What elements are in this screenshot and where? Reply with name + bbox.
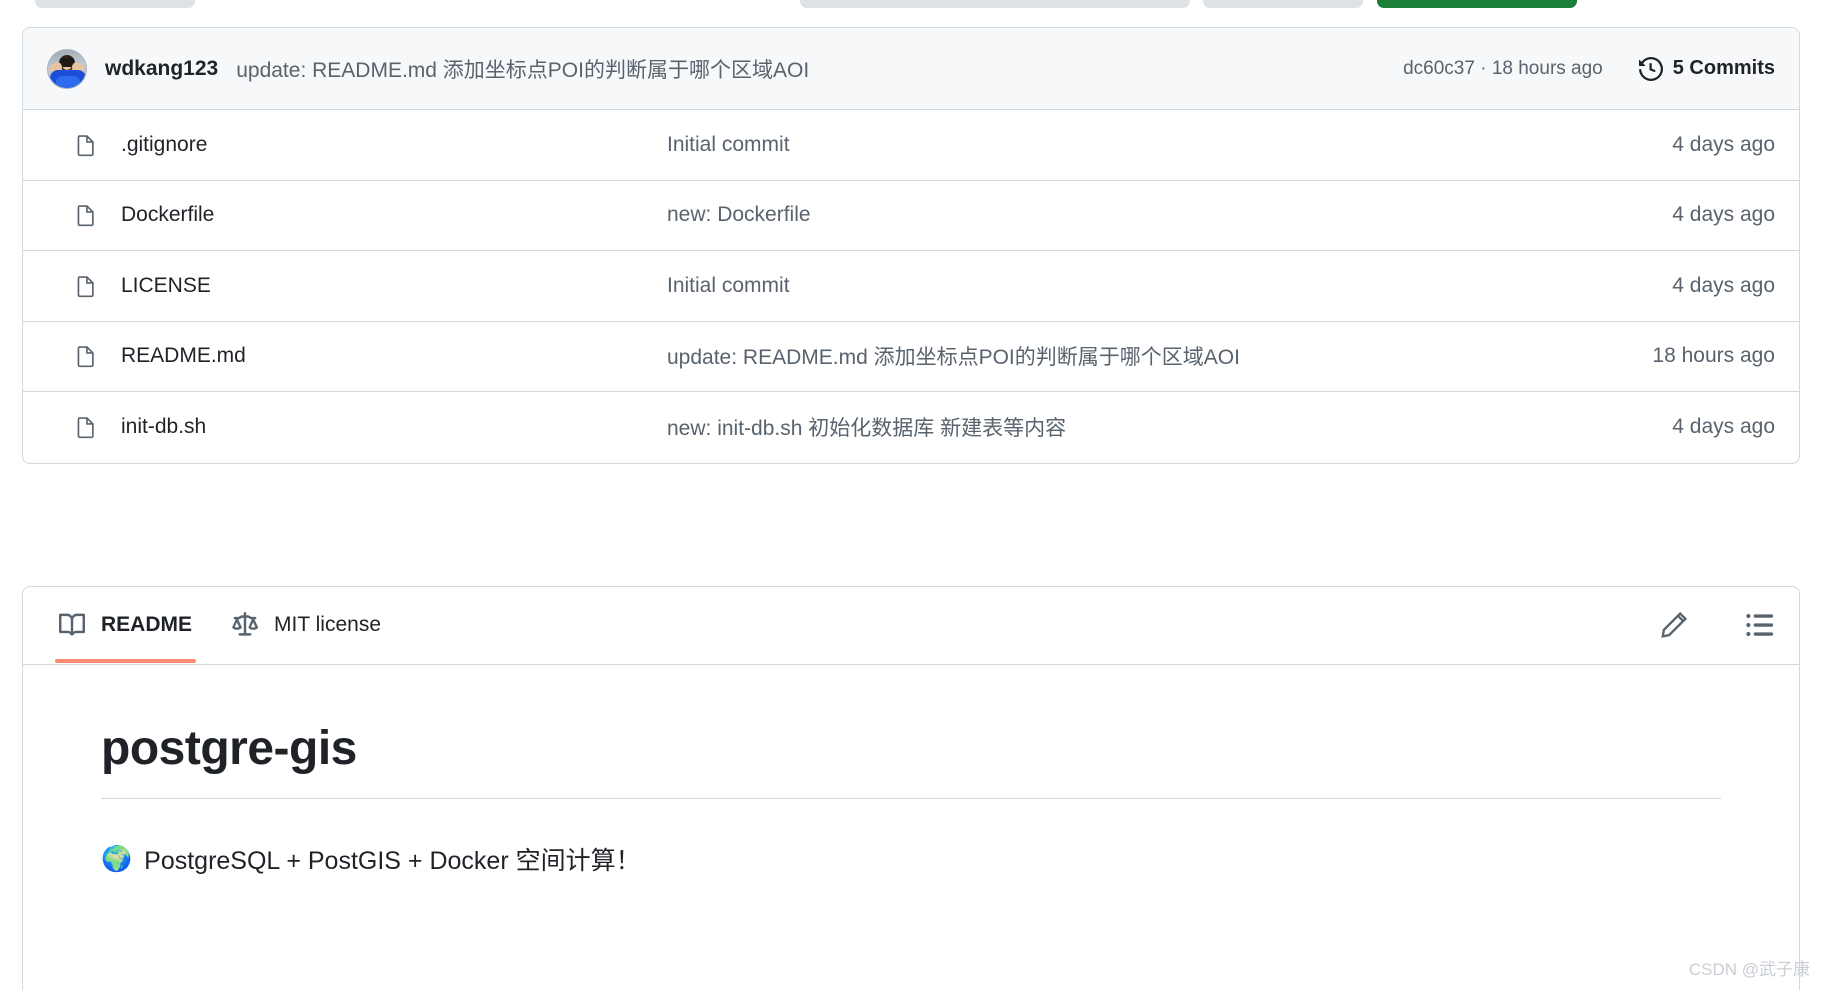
readme-paragraph-text: PostgreSQL + PostGIS + Docker 空间计算！ — [144, 847, 641, 875]
go-to-file-button[interactable] — [35, 0, 195, 8]
file-name[interactable]: .gitignore — [121, 133, 207, 157]
file-icon — [75, 202, 97, 228]
table-row[interactable]: README.md update: README.md 添加坐标点POI的判断属… — [23, 322, 1799, 392]
table-row[interactable]: init-db.sh new: init-db.sh 初始化数据库 新建表等内容… — [23, 392, 1799, 463]
search-or-jump-button[interactable] — [800, 0, 1190, 8]
file-name-cell: LICENSE — [47, 273, 667, 299]
file-timestamp: 4 days ago — [1672, 132, 1775, 156]
readme-card: README MIT license postgre-gis 🌍 Postgre… — [22, 586, 1800, 990]
file-commit-message[interactable]: Initial commit — [667, 274, 1595, 298]
file-timestamp: 4 days ago — [1672, 203, 1775, 227]
tab-mit-license-label: MIT license — [274, 613, 381, 636]
readme-body: postgre-gis 🌍 PostgreSQL + PostGIS + Doc… — [23, 665, 1799, 877]
tab-mit-license[interactable]: MIT license — [212, 587, 401, 663]
top-toolbar-stubs — [0, 0, 1822, 10]
readme-actions — [1603, 587, 1775, 663]
table-row[interactable]: .gitignore Initial commit 4 days ago — [23, 110, 1799, 181]
add-file-button[interactable] — [1203, 0, 1363, 8]
file-name[interactable]: init-db.sh — [121, 415, 206, 439]
file-commit-message[interactable]: new: init-db.sh 初始化数据库 新建表等内容 — [667, 412, 1595, 442]
code-button[interactable] — [1377, 0, 1577, 8]
commits-count[interactable]: 5 Commits — [1638, 56, 1775, 81]
file-name[interactable]: LICENSE — [121, 274, 211, 298]
file-name-cell: init-db.sh — [47, 414, 667, 440]
file-icon — [75, 273, 97, 299]
tab-readme[interactable]: README — [39, 587, 212, 663]
history-icon — [1638, 56, 1663, 81]
readme-tabbar: README MIT license — [23, 587, 1799, 665]
file-name[interactable]: README.md — [121, 344, 246, 368]
latest-commit-bar: wdkang123 update: README.md 添加坐标点POI的判断属… — [23, 28, 1799, 110]
table-row[interactable]: LICENSE Initial commit 4 days ago — [23, 251, 1799, 322]
file-name-cell: README.md — [47, 343, 667, 369]
commits-count-label: 5 Commits — [1672, 57, 1775, 79]
commit-hash-and-time[interactable]: dc60c37 · 18 hours ago — [1403, 58, 1603, 80]
commit-meta-group: dc60c37 · 18 hours ago 5 Commits — [1403, 56, 1775, 81]
file-commit-message[interactable]: Initial commit — [667, 133, 1595, 157]
file-list-card: wdkang123 update: README.md 添加坐标点POI的判断属… — [22, 27, 1800, 464]
file-icon — [75, 343, 97, 369]
watermark: CSDN @武子康 — [1688, 960, 1810, 979]
file-commit-message[interactable]: update: README.md 添加坐标点POI的判断属于哪个区域AOI — [667, 341, 1595, 371]
file-timestamp: 4 days ago — [1672, 415, 1775, 439]
globe-icon: 🌍 — [101, 844, 133, 873]
repository-page: wdkang123 update: README.md 添加坐标点POI的判断属… — [0, 0, 1822, 990]
avatar[interactable] — [47, 48, 87, 89]
outline-list-icon[interactable] — [1745, 610, 1775, 640]
file-commit-message[interactable]: new: Dockerfile — [667, 203, 1595, 227]
readme-paragraph: 🌍 PostgreSQL + PostGIS + Docker 空间计算！ — [101, 841, 1721, 877]
page-title: postgre-gis — [101, 721, 1721, 799]
file-icon — [75, 132, 97, 158]
book-icon — [59, 612, 85, 638]
tab-readme-label: README — [101, 613, 193, 636]
file-name-cell: Dockerfile — [47, 202, 667, 228]
law-scales-icon — [232, 612, 259, 638]
file-timestamp: 4 days ago — [1672, 273, 1775, 297]
commit-message[interactable]: update: README.md 添加坐标点POI的判断属于哪个区域AOI — [236, 54, 809, 84]
file-timestamp: 18 hours ago — [1652, 344, 1775, 368]
file-icon — [75, 414, 97, 440]
table-row[interactable]: Dockerfile new: Dockerfile 4 days ago — [23, 181, 1799, 251]
file-name-cell: .gitignore — [47, 132, 667, 158]
edit-pencil-icon[interactable] — [1659, 610, 1689, 640]
commit-author[interactable]: wdkang123 — [105, 57, 218, 81]
file-name[interactable]: Dockerfile — [121, 203, 214, 227]
